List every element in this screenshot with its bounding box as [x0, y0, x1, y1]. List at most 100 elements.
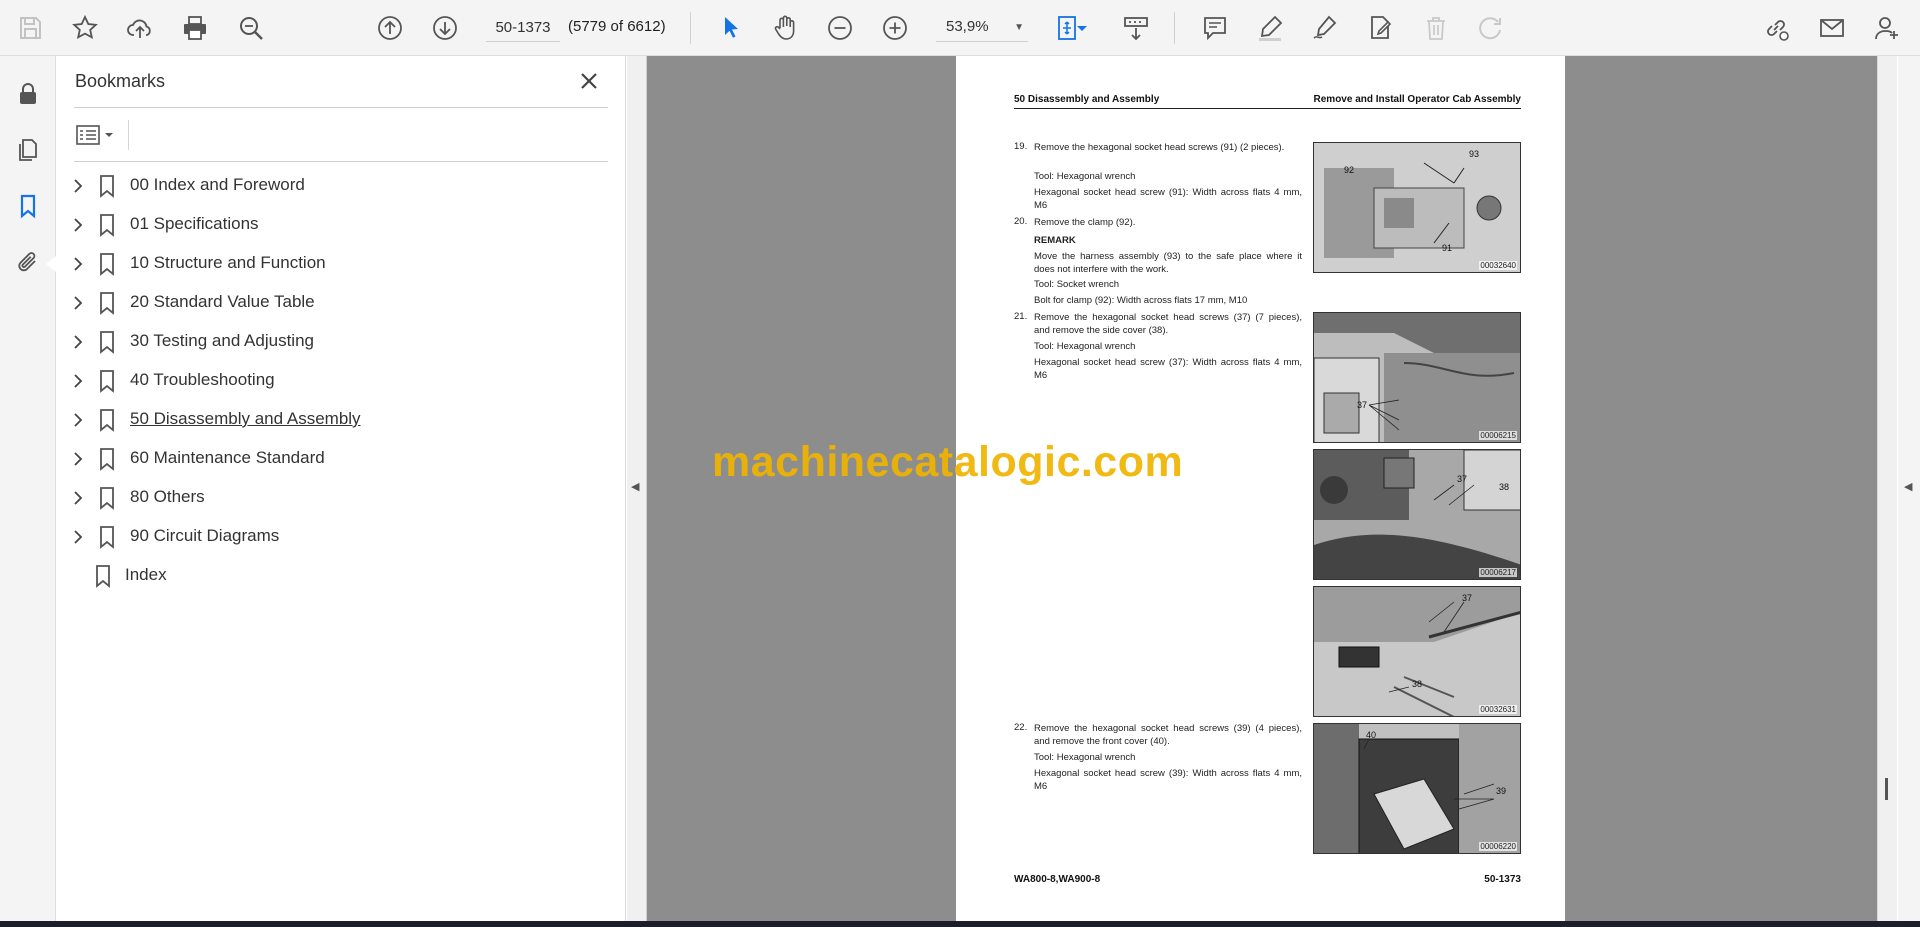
figure-callout: 39 [1496, 786, 1506, 796]
bookmark-item[interactable]: 00 Index and Foreword [56, 168, 626, 204]
collapse-left-icon[interactable]: ◀ [631, 480, 643, 493]
figure-drawing: 37 38 [1314, 587, 1520, 716]
vertical-scrollbar[interactable] [1877, 56, 1897, 921]
page-header-title: Remove and Install Operator Cab Assembly [1313, 94, 1521, 105]
zoom-value: 53,9% [946, 18, 989, 35]
comment-icon[interactable] [1197, 10, 1233, 46]
bookmark-item[interactable]: 30 Testing and Adjusting [56, 324, 626, 360]
bookmark-label: 80 Others [130, 487, 205, 506]
watermark-text: machinecatalogic.com [712, 438, 1184, 486]
share-link-icon[interactable] [1758, 10, 1794, 46]
figure-callout: 37 [1357, 400, 1367, 410]
select-cursor-icon[interactable] [713, 10, 749, 46]
chevron-right-icon[interactable] [68, 254, 88, 274]
page-header-section: 50 Disassembly and Assembly [1014, 94, 1160, 105]
bookmark-label: Index [125, 565, 167, 584]
figure-image: 92 93 91 00032640 [1313, 142, 1521, 273]
bookmark-icon [100, 370, 114, 393]
chevron-right-icon[interactable] [68, 293, 88, 313]
bookmark-item[interactable]: Index [56, 558, 626, 594]
hand-tool-icon[interactable] [767, 10, 803, 46]
expand-right-panel-icon[interactable]: ◀ [1904, 480, 1916, 493]
scrollbar-thumb[interactable] [1885, 778, 1888, 800]
divider [128, 120, 129, 150]
figure-callout: 38 [1412, 679, 1422, 689]
bookmark-options-button[interactable] [74, 120, 118, 150]
step-number: 19. [1014, 141, 1028, 152]
chevron-right-icon[interactable] [68, 449, 88, 469]
highlight-pen-icon[interactable] [1252, 10, 1288, 46]
step-spec: Hexagonal socket head screw (91): Width … [1034, 187, 1302, 211]
page-number-input[interactable] [486, 14, 560, 42]
print-icon[interactable] [177, 10, 213, 46]
chevron-right-icon[interactable] [68, 410, 88, 430]
step-number: 20. [1014, 216, 1028, 227]
share-user-icon[interactable] [1869, 10, 1905, 46]
next-page-icon[interactable] [427, 10, 463, 46]
zoom-search-icon[interactable] [233, 10, 269, 46]
edit-document-icon[interactable] [1362, 10, 1398, 46]
right-panel-strip: ◀ [1898, 56, 1920, 921]
scroll-mode-icon[interactable] [1118, 10, 1154, 46]
page-footer-model: WA800-8,WA900-8 [1014, 874, 1101, 885]
bookmark-icon[interactable] [10, 188, 46, 224]
chevron-right-icon[interactable] [68, 215, 88, 235]
figure-callout: 37 [1457, 474, 1467, 484]
bookmark-label: 20 Standard Value Table [130, 292, 315, 311]
header-rule [1014, 108, 1521, 109]
figure-image: 37 38 00032631 [1313, 586, 1521, 717]
fit-options-chevron-icon[interactable] [1074, 10, 1090, 46]
attachment-paperclip-icon[interactable] [10, 244, 46, 280]
remark-text: Move the harness assembly (93) to the sa… [1034, 251, 1302, 275]
bookmark-item[interactable]: 01 Specifications [56, 207, 626, 243]
chevron-right-icon[interactable] [68, 527, 88, 547]
figure-callout: 92 [1344, 165, 1354, 175]
bookmark-icon [100, 214, 114, 237]
chevron-right-icon[interactable] [68, 371, 88, 391]
bookmark-label: 01 Specifications [130, 214, 259, 233]
chevron-right-icon[interactable] [68, 332, 88, 352]
figure-image: 37 38 00006217 [1313, 449, 1521, 580]
step-tool: Tool: Hexagonal wrench [1034, 752, 1136, 763]
chevron-down-icon: ▼ [1014, 22, 1024, 33]
star-icon[interactable] [67, 10, 103, 46]
lock-icon[interactable] [10, 76, 46, 112]
chevron-right-icon[interactable] [68, 176, 88, 196]
bookmark-item[interactable]: 80 Others [56, 480, 626, 516]
close-icon[interactable] [576, 68, 602, 94]
previous-page-icon[interactable] [372, 10, 408, 46]
figure-callout: 37 [1462, 593, 1472, 603]
figure-drawing: 37 38 [1314, 450, 1520, 579]
page-count: (5779 of 6612) [568, 18, 666, 35]
bookmark-item[interactable]: 10 Structure and Function [56, 246, 626, 282]
bookmark-item-selected[interactable]: 50 Disassembly and Assembly [56, 402, 626, 438]
upload-cloud-icon[interactable] [122, 10, 158, 46]
zoom-in-icon[interactable] [877, 10, 913, 46]
save-icon[interactable] [12, 10, 48, 46]
delete-trash-icon[interactable] [1418, 10, 1454, 46]
bookmark-item[interactable]: 60 Maintenance Standard [56, 441, 626, 477]
bookmark-item[interactable]: 40 Troubleshooting [56, 363, 626, 399]
active-panel-pointer [46, 256, 56, 272]
step-tool: Tool: Socket wrench [1034, 279, 1120, 290]
figure-callout: 91 [1442, 243, 1452, 253]
bookmark-icon [100, 253, 114, 276]
chevron-right-icon[interactable] [68, 488, 88, 508]
document-viewport[interactable]: ◀ 50 Disassembly and Assembly Remove and… [627, 56, 1879, 921]
bookmark-label: 60 Maintenance Standard [130, 448, 325, 467]
bookmark-icon [96, 565, 110, 588]
draw-sign-icon[interactable] [1307, 10, 1343, 46]
figure-code: 00006220 [1479, 842, 1517, 851]
email-icon[interactable] [1814, 10, 1850, 46]
page-thumbnails-icon[interactable] [10, 132, 46, 168]
zoom-select[interactable]: 53,9% ▼ [936, 14, 1028, 42]
figure-code: 00006217 [1479, 568, 1517, 577]
panel-title: Bookmarks [75, 71, 166, 91]
bookmark-item[interactable]: 90 Circuit Diagrams [56, 519, 626, 555]
main-toolbar: (5779 of 6612) 53,9% ▼ [0, 0, 1920, 56]
bookmark-icon [100, 448, 114, 471]
step-tool: Tool: Hexagonal wrench [1034, 171, 1136, 182]
bookmark-item[interactable]: 20 Standard Value Table [56, 285, 626, 321]
redo-icon[interactable] [1472, 10, 1508, 46]
zoom-out-icon[interactable] [822, 10, 858, 46]
